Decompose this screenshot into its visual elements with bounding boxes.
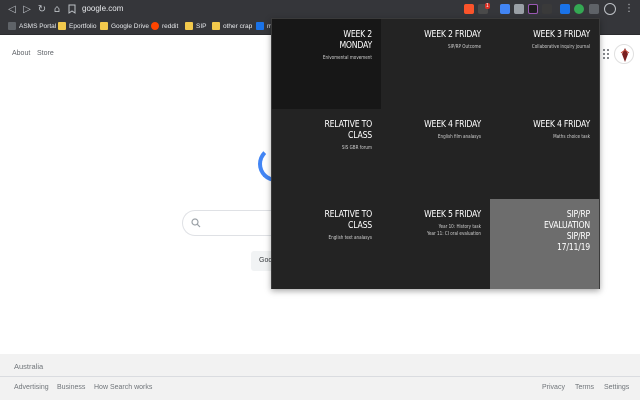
tile-subtitle: SIS GBR forum bbox=[341, 145, 372, 151]
bookmark-asms-portal[interactable]: ASMS Portal bbox=[8, 22, 56, 32]
bookmark-label: SIP bbox=[196, 23, 207, 30]
tile-title: WEEK 2 MONDAY bbox=[339, 29, 372, 51]
bookmark-label: ASMS Portal bbox=[19, 23, 57, 30]
extension-b-icon[interactable] bbox=[560, 4, 570, 14]
outlook-icon bbox=[256, 22, 264, 31]
tile-subtitle: English film analasys bbox=[437, 134, 481, 140]
footer-country: Australia bbox=[14, 362, 44, 371]
grid-icon bbox=[8, 22, 16, 31]
tile-week-3-friday[interactable]: WEEK 3 FRIDAY Collaborative inquiry jour… bbox=[490, 19, 599, 109]
tile-title: SIP/RP EVALUATION SIP/RP 17/11/19 bbox=[543, 209, 590, 253]
extension-docs-icon[interactable] bbox=[500, 4, 510, 14]
search-icon bbox=[191, 218, 201, 228]
terms-link[interactable]: Terms bbox=[575, 384, 594, 391]
bookmark-other-crap[interactable]: other crap bbox=[212, 22, 252, 32]
bookmark-label: Google Drive bbox=[111, 23, 149, 30]
bookmark-star-icon[interactable] bbox=[66, 4, 78, 16]
address-bar[interactable]: google.com bbox=[82, 4, 123, 13]
tile-title: WEEK 4 FRIDAY bbox=[424, 119, 481, 130]
tile-subtitle: Maths choice task bbox=[553, 134, 590, 140]
tile-title: WEEK 4 FRIDAY bbox=[533, 119, 590, 130]
tile-title: WEEK 2 FRIDAY bbox=[424, 29, 481, 40]
tile-sip-rp-evaluation[interactable]: SIP/RP EVALUATION SIP/RP 17/11/19 bbox=[490, 199, 599, 289]
extension-page-icon[interactable] bbox=[514, 4, 524, 14]
brave-shield-icon[interactable] bbox=[464, 4, 474, 14]
folder-icon bbox=[100, 22, 108, 31]
avatar-image-icon bbox=[620, 48, 630, 62]
home-icon[interactable]: ⌂ bbox=[51, 4, 63, 16]
tile-subtitle: SIP/RP Outcome bbox=[447, 44, 481, 50]
reload-icon[interactable]: ↻ bbox=[36, 4, 48, 16]
folder-icon bbox=[58, 22, 66, 31]
bookmark-google-drive[interactable]: Google Drive bbox=[100, 22, 149, 32]
footer-divider bbox=[0, 376, 640, 377]
bookmark-m[interactable]: m bbox=[256, 22, 272, 32]
browser-toolbar: ◁ ▷ ↻ ⌂ google.com 1 ⋮ bbox=[0, 0, 640, 19]
avatar[interactable] bbox=[614, 44, 634, 64]
tile-subtitle: English text analasys bbox=[328, 235, 372, 241]
folder-icon bbox=[212, 22, 220, 31]
tile-subtitle: Enivomental movement bbox=[322, 55, 372, 61]
extension-n-icon[interactable] bbox=[528, 4, 538, 14]
tile-week-4-friday-english[interactable]: WEEK 4 FRIDAY English film analasys bbox=[381, 109, 490, 199]
tile-week-2-monday[interactable]: WEEK 2 MONDAY Enivomental movement bbox=[272, 19, 381, 109]
how-search-works-link[interactable]: How Search works bbox=[94, 384, 152, 391]
settings-link[interactable]: Settings bbox=[604, 384, 629, 391]
apps-grid-icon[interactable] bbox=[601, 45, 613, 63]
week-planner-popup: WEEK 2 MONDAY Enivomental movement WEEK … bbox=[271, 18, 600, 289]
tile-subtitle: Year 10: History task Year 11: CI oral e… bbox=[427, 224, 481, 237]
folder-icon bbox=[185, 22, 193, 31]
bookmark-reddit[interactable]: reddit bbox=[151, 22, 178, 32]
tile-relative-to-class-sis[interactable]: RELATIVE TO CLASS SIS GBR forum bbox=[272, 109, 381, 199]
about-link[interactable]: About bbox=[12, 50, 30, 57]
bookmark-label: other crap bbox=[223, 23, 253, 30]
extension-badge: 1 bbox=[485, 3, 490, 9]
week-planner-extension-icon[interactable] bbox=[589, 4, 599, 14]
store-link[interactable]: Store bbox=[37, 50, 54, 57]
reddit-icon bbox=[151, 22, 159, 31]
tile-title: WEEK 3 FRIDAY bbox=[533, 29, 590, 40]
business-link[interactable]: Business bbox=[57, 384, 85, 391]
tile-title: RELATIVE TO CLASS bbox=[324, 119, 372, 141]
footer: Australia Advertising Business How Searc… bbox=[0, 354, 640, 400]
extension-link-icon[interactable] bbox=[542, 4, 552, 14]
tile-title: WEEK 5 FRIDAY bbox=[424, 209, 481, 220]
bookmark-label: reddit bbox=[162, 23, 179, 30]
advertising-link[interactable]: Advertising bbox=[14, 384, 49, 391]
forward-icon[interactable]: ▷ bbox=[21, 4, 33, 16]
tile-week-4-friday-maths[interactable]: WEEK 4 FRIDAY Maths choice task bbox=[490, 109, 599, 199]
menu-icon[interactable]: ⋮ bbox=[624, 2, 634, 16]
tile-title: RELATIVE TO CLASS bbox=[324, 209, 372, 231]
tile-relative-to-class-english[interactable]: RELATIVE TO CLASS English text analasys bbox=[272, 199, 381, 289]
bookmark-label: Eportfolio bbox=[69, 23, 97, 30]
tile-week-5-friday[interactable]: WEEK 5 FRIDAY Year 10: History task Year… bbox=[381, 199, 490, 289]
tile-subtitle: Collaborative inquiry journal bbox=[531, 44, 590, 50]
tile-week-2-friday[interactable]: WEEK 2 FRIDAY SIP/RP Outcome bbox=[381, 19, 490, 109]
bookmark-sip[interactable]: SIP bbox=[185, 22, 206, 32]
privacy-link[interactable]: Privacy bbox=[542, 384, 565, 391]
extension-check-icon[interactable] bbox=[574, 4, 584, 14]
bookmark-eportfolio[interactable]: Eportfolio bbox=[58, 22, 96, 32]
profile-icon[interactable] bbox=[604, 3, 616, 15]
back-icon[interactable]: ◁ bbox=[6, 4, 18, 16]
